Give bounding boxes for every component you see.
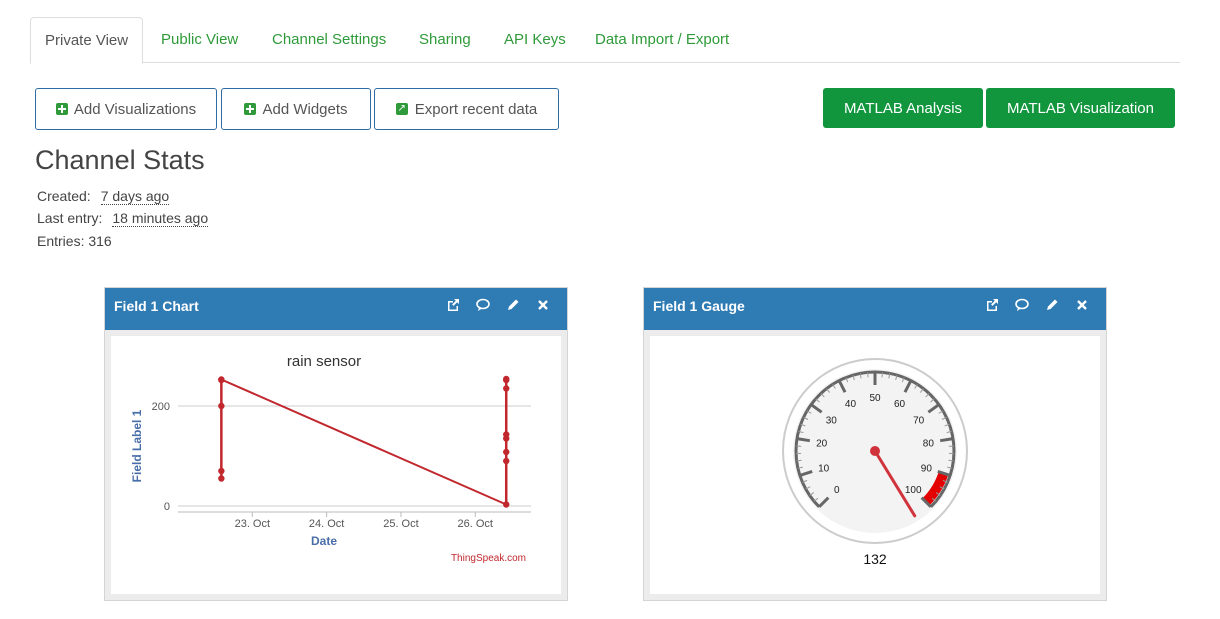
- comment-icon[interactable]: [475, 297, 491, 313]
- tab-bar: Private View Public View Channel Setting…: [30, 17, 1180, 64]
- data-point[interactable]: [218, 475, 225, 482]
- rain-sensor-chart: rain sensor Date Field Label 1 ThingSpea…: [130, 353, 531, 564]
- plus-icon: [55, 103, 68, 115]
- matlab-visualization-button[interactable]: MATLAB Visualization: [986, 88, 1175, 128]
- gauge-major-tick: [796, 437, 811, 443]
- y-axis-label: Field Label 1: [130, 409, 144, 482]
- gauge-body: 132 0 10 20 30 40 50 60 70 80 90 100: [650, 336, 1100, 594]
- add-visualizations-button[interactable]: Add Visualizations: [35, 88, 217, 130]
- panel-title: Field 1 Gauge: [653, 298, 745, 314]
- gauge-tick-label: 0: [834, 485, 840, 496]
- data-point[interactable]: [218, 376, 225, 383]
- last-entry-stat: Last entry: 18 minutes ago: [37, 210, 209, 227]
- x-axis-label: Date: [311, 534, 337, 548]
- entries-stat: Entries: 316: [37, 233, 112, 249]
- x-tick-label: 23. Oct: [235, 518, 270, 530]
- data-point[interactable]: [503, 385, 510, 392]
- gauge-tick-label: 10: [818, 464, 830, 475]
- gauge-minor-tick: [796, 459, 802, 462]
- data-point[interactable]: [218, 402, 225, 410]
- plus-icon: [244, 103, 257, 115]
- gauge-minor-tick: [948, 459, 954, 462]
- gauge-tick-label: 30: [826, 415, 838, 426]
- data-point[interactable]: [218, 467, 225, 475]
- data-point[interactable]: [503, 501, 510, 508]
- data-point[interactable]: [503, 431, 510, 438]
- external-link-icon: ↗: [395, 103, 408, 115]
- gauge-major-tick: [939, 437, 954, 443]
- chart-credit: ThingSpeak.com: [451, 553, 526, 564]
- panel-header: Field 1 Gauge: [644, 288, 1106, 331]
- created-label: Created:: [37, 188, 91, 204]
- last-entry-value: 18 minutes ago: [112, 210, 209, 227]
- x-tick-label: 26. Oct: [458, 518, 493, 530]
- chart-title: rain sensor: [287, 353, 361, 370]
- chart-body: rain sensor Date Field Label 1 ThingSpea…: [111, 336, 561, 594]
- matlab-analysis-button[interactable]: MATLAB Analysis: [823, 88, 983, 128]
- export-recent-data-button[interactable]: ↗ Export recent data: [374, 88, 559, 130]
- add-widgets-label: Add Widgets: [262, 100, 348, 118]
- pencil-icon[interactable]: [1044, 297, 1060, 313]
- channel-stats-title: Channel Stats: [35, 145, 205, 175]
- export-recent-data-label: Export recent data: [414, 100, 538, 118]
- x-tick-label: 24. Oct: [309, 518, 344, 530]
- panel-header: Field 1 Chart: [105, 288, 567, 331]
- created-stat: Created: 7 days ago: [37, 188, 170, 205]
- panel-title: Field 1 Chart: [114, 298, 199, 314]
- gauge-tick-label: 100: [905, 485, 922, 496]
- gauge-tick-label: 20: [816, 439, 828, 450]
- data-point[interactable]: [503, 375, 510, 383]
- series-line: [220, 378, 507, 506]
- close-icon[interactable]: [1074, 297, 1090, 313]
- field1-gauge: 132 0 10 20 30 40 50 60 70 80 90 100: [782, 358, 968, 567]
- created-value: 7 days ago: [100, 188, 170, 205]
- tab-data-import-export[interactable]: Data Import / Export: [595, 17, 729, 63]
- gauge-tick-label: 40: [845, 399, 857, 410]
- data-point[interactable]: [503, 457, 510, 465]
- gauge-tick-label: 90: [921, 464, 933, 475]
- y-tick-label: 0: [164, 501, 170, 513]
- add-visualizations-label: Add Visualizations: [73, 100, 197, 118]
- close-icon[interactable]: [535, 297, 551, 313]
- gauge-tick-label: 70: [913, 415, 925, 426]
- gauge-hub: [870, 446, 880, 456]
- pencil-icon[interactable]: [505, 297, 521, 313]
- gauge-tick-label: 80: [923, 439, 935, 450]
- tab-api-keys[interactable]: API Keys: [504, 17, 566, 63]
- external-link-icon[interactable]: [445, 297, 461, 313]
- data-point[interactable]: [503, 448, 510, 456]
- tab-channel-settings[interactable]: Channel Settings: [272, 17, 386, 63]
- last-entry-label: Last entry:: [37, 210, 103, 226]
- field1-gauge-panel: Field 1 Gauge 132 0 10 20 30 40 50 60 70 80 90 100: [643, 287, 1107, 601]
- tab-public-view[interactable]: Public View: [161, 17, 238, 63]
- external-link-icon[interactable]: [984, 297, 1000, 313]
- tab-sharing[interactable]: Sharing: [419, 17, 471, 63]
- gauge-tick-label: 50: [869, 393, 881, 404]
- tab-private-view[interactable]: Private View: [30, 17, 144, 64]
- comment-icon[interactable]: [1014, 297, 1030, 313]
- add-widgets-button[interactable]: Add Widgets: [221, 88, 371, 130]
- field1-chart-panel: Field 1 Chart rain sensor Date Field Lab…: [104, 287, 568, 601]
- y-tick-label: 200: [152, 401, 170, 413]
- gauge-value: 132: [863, 551, 887, 567]
- x-tick-label: 25. Oct: [383, 518, 418, 530]
- gauge-tick-label: 60: [894, 399, 906, 410]
